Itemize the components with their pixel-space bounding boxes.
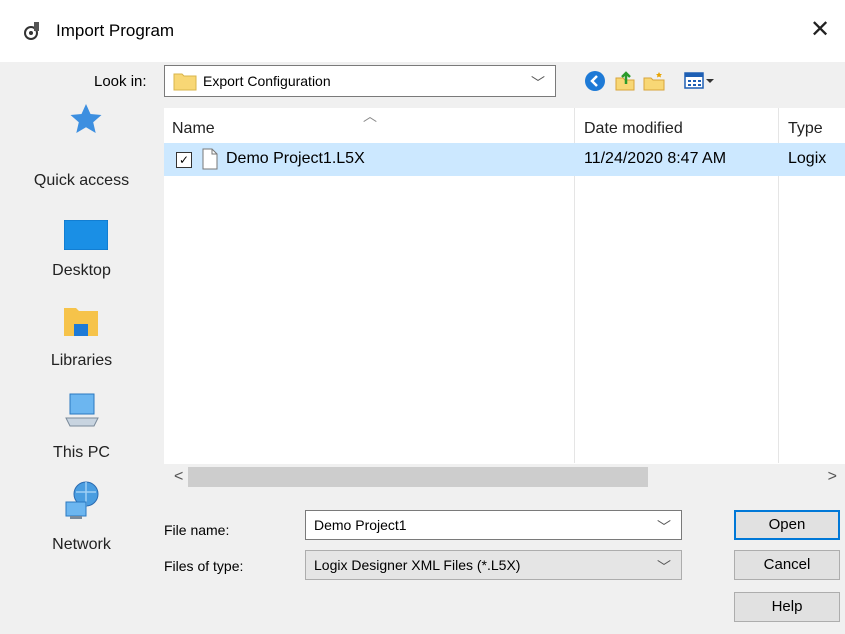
column-header-type[interactable]: Type — [788, 120, 823, 138]
file-icon — [202, 148, 218, 170]
file-row[interactable]: ✓ Demo Project1.L5X 11/24/2020 8:47 AM L… — [164, 143, 845, 176]
desktop-icon — [64, 220, 108, 250]
column-header-date-modified[interactable]: Date modified — [584, 120, 683, 138]
back-icon[interactable] — [584, 70, 606, 92]
chevron-down-icon[interactable]: ﹀ — [657, 557, 671, 577]
files-of-type-select[interactable]: Logix Designer XML Files (*.L5X) ﹀ — [305, 550, 682, 580]
view-menu-icon[interactable] — [684, 70, 716, 92]
file-date-modified: 11/24/2020 8:47 AM — [584, 150, 727, 167]
place-network[interactable]: Network — [8, 480, 155, 560]
place-libraries[interactable]: Libraries — [8, 300, 155, 376]
places-bar: Quick access Desktop Libraries This PC N… — [8, 102, 155, 622]
place-label: Quick access — [33, 172, 130, 189]
sort-ascending-icon: ︿ — [363, 108, 377, 124]
look-in-label: Look in: — [94, 73, 147, 90]
this-pc-icon — [65, 393, 99, 427]
horizontal-scrollbar[interactable]: < > — [164, 464, 845, 491]
window-title: Import Program — [56, 21, 175, 40]
file-name-input[interactable]: Demo Project1 ﹀ — [305, 510, 682, 540]
place-this-pc[interactable]: This PC — [8, 390, 155, 470]
cancel-button[interactable]: Cancel — [734, 550, 840, 580]
new-folder-icon[interactable] — [642, 70, 666, 92]
scrollbar-thumb[interactable] — [188, 467, 648, 487]
scroll-left-arrow[interactable]: < — [174, 468, 183, 486]
quick-access-icon — [70, 104, 102, 133]
chevron-down-icon[interactable]: ﹀ — [657, 517, 671, 537]
program-icon — [24, 22, 39, 40]
files-of-type-label: Files of type: — [164, 558, 244, 574]
folder-icon — [173, 73, 197, 91]
place-label: Libraries — [50, 352, 113, 369]
close-button[interactable]: ✕ — [795, 8, 845, 52]
row-checkbox[interactable]: ✓ — [176, 152, 192, 168]
place-quick-access[interactable]: Quick access — [8, 102, 155, 190]
place-desktop[interactable]: Desktop — [8, 210, 155, 286]
files-of-type-value: Logix Designer XML Files (*.L5X) — [314, 557, 521, 573]
open-button[interactable]: Open — [734, 510, 840, 540]
place-label: This PC — [53, 444, 110, 461]
place-label: Network — [52, 536, 111, 553]
file-name-label: File name: — [164, 522, 230, 538]
file-name-value: Demo Project1 — [314, 517, 407, 533]
help-button[interactable]: Help — [734, 592, 840, 622]
look-in-value: Export Configuration — [203, 73, 331, 89]
file-list[interactable]: ︿ Name Date modified Type ✓ Demo Project… — [164, 108, 845, 491]
place-label: Desktop — [52, 262, 111, 279]
column-header-name[interactable]: Name — [172, 120, 215, 138]
libraries-icon — [64, 308, 98, 336]
chevron-down-icon: ﹀ — [531, 75, 545, 91]
up-folder-icon[interactable] — [614, 70, 636, 92]
look-in-combobox[interactable]: Export Configuration ﹀ — [164, 65, 556, 97]
title-bar: Import Program ✕ — [0, 0, 845, 62]
scroll-right-arrow[interactable]: > — [828, 468, 837, 486]
file-type: Logix — [788, 150, 827, 167]
network-icon — [65, 481, 99, 519]
file-name: Demo Project1.L5X — [226, 150, 365, 167]
